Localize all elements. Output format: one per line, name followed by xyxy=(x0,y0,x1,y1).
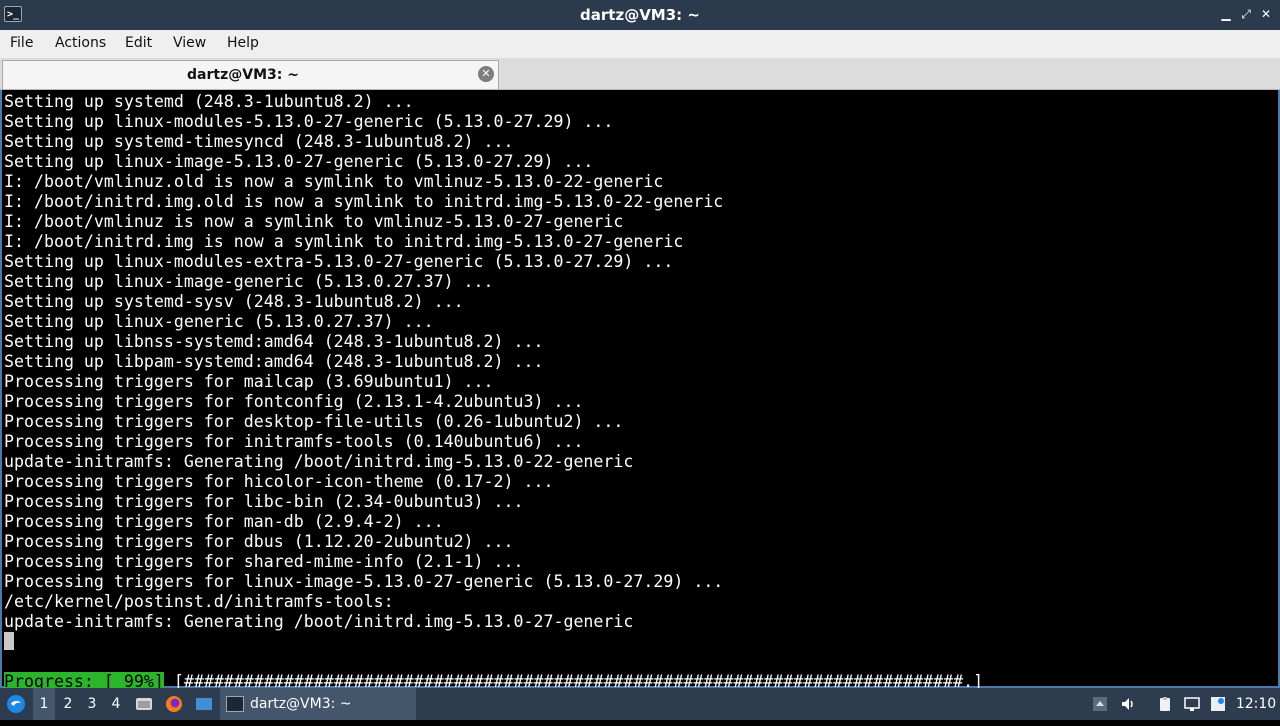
tab-bar: dartz@VM3: ~ ✕ xyxy=(0,58,1280,90)
task-label: dartz@VM3: ~ xyxy=(250,696,352,712)
window-title: dartz@VM3: ~ xyxy=(580,6,700,24)
terminal-line: /etc/kernel/postinst.d/initramfs-tools: xyxy=(4,592,394,611)
workspace-1[interactable]: 1 xyxy=(33,688,55,720)
taskbar-terminal-task[interactable]: dartz@VM3: ~ xyxy=(220,688,416,720)
tab-close-icon[interactable]: ✕ xyxy=(478,66,494,82)
terminal-line: I: /boot/vmlinuz.old is now a symlink to… xyxy=(4,172,664,191)
terminal-output: Setting up systemd (248.3-1ubuntu8.2) ..… xyxy=(4,92,983,692)
terminal-line: update-initramfs: Generating /boot/initr… xyxy=(4,612,634,631)
close-button[interactable]: ✕ xyxy=(1258,6,1274,22)
terminal-line: Processing triggers for libc-bin (2.34-0… xyxy=(4,492,524,511)
update-icon[interactable] xyxy=(1210,696,1226,712)
window-titlebar[interactable]: >_ dartz@VM3: ~ ▁ ⤢ ✕ xyxy=(0,0,1280,30)
workspace-4[interactable]: 4 xyxy=(105,688,127,720)
tray-arrow-icon[interactable] xyxy=(1092,696,1108,712)
network-icon[interactable] xyxy=(1184,696,1200,712)
terminal-line: Setting up linux-image-5.13.0-27-generic… xyxy=(4,152,594,171)
clock[interactable]: 12:10 xyxy=(1234,688,1278,720)
terminal-line: Setting up systemd-sysv (248.3-1ubuntu8.… xyxy=(4,292,464,311)
maximize-button[interactable]: ⤢ xyxy=(1238,6,1254,22)
terminal-line: Processing triggers for dbus (1.12.20-2u… xyxy=(4,532,514,551)
terminal-line: I: /boot/initrd.img is now a symlink to … xyxy=(4,232,684,251)
terminal-line: Setting up linux-image-generic (5.13.0.2… xyxy=(4,272,494,291)
minimize-button[interactable]: ▁ xyxy=(1218,6,1234,22)
terminal-line: Setting up systemd (248.3-1ubuntu8.2) ..… xyxy=(4,92,414,111)
workspace-3[interactable]: 3 xyxy=(81,688,103,720)
terminal-line: Setting up libpam-systemd:amd64 (248.3-1… xyxy=(4,352,544,371)
menu-edit[interactable]: Edit xyxy=(125,30,152,56)
menu-file[interactable]: File xyxy=(10,30,33,56)
start-menu-icon[interactable] xyxy=(4,688,28,720)
terminal-task-icon xyxy=(226,696,244,712)
terminal-line: Processing triggers for fontconfig (2.13… xyxy=(4,392,584,411)
terminal-line: Setting up linux-modules-extra-5.13.0-27… xyxy=(4,252,674,271)
terminal-line: Processing triggers for mailcap (3.69ubu… xyxy=(4,372,494,391)
terminal-line: Processing triggers for shared-mime-info… xyxy=(4,552,524,571)
terminal-line: Processing triggers for linux-image-5.13… xyxy=(4,572,724,591)
terminal-line: I: /boot/initrd.img.old is now a symlink… xyxy=(4,192,724,211)
terminal-line: Setting up linux-generic (5.13.0.27.37) … xyxy=(4,312,434,331)
menu-help[interactable]: Help xyxy=(227,30,259,56)
terminal-line: Setting up libnss-systemd:amd64 (248.3-1… xyxy=(4,332,544,351)
terminal-line: Setting up systemd-timesyncd (248.3-1ubu… xyxy=(4,132,514,151)
terminal-line: Processing triggers for man-db (2.9.4-2)… xyxy=(4,512,444,531)
clipboard-icon[interactable] xyxy=(1157,696,1173,712)
show-desktop-icon[interactable] xyxy=(194,688,214,720)
menu-view[interactable]: View xyxy=(173,30,206,56)
text-cursor xyxy=(4,632,14,650)
tab-terminal[interactable]: dartz@VM3: ~ ✕ xyxy=(2,60,499,89)
terminal-line: Setting up linux-modules-5.13.0-27-gener… xyxy=(4,112,614,131)
workspace-2[interactable]: 2 xyxy=(57,688,79,720)
file-manager-icon[interactable] xyxy=(134,688,154,720)
menu-actions[interactable]: Actions xyxy=(55,30,106,56)
terminal-view[interactable]: Setting up systemd (248.3-1ubuntu8.2) ..… xyxy=(0,90,1280,691)
tab-label: dartz@VM3: ~ xyxy=(187,67,299,83)
terminal-line: Processing triggers for desktop-file-uti… xyxy=(4,412,624,431)
terminal-line: Processing triggers for hicolor-icon-the… xyxy=(4,472,554,491)
menubar: File Actions Edit View Help xyxy=(0,30,1280,58)
terminal-line: I: /boot/vmlinuz is now a symlink to vml… xyxy=(4,212,624,231)
terminal-line: Processing triggers for initramfs-tools … xyxy=(4,432,584,451)
firefox-icon[interactable] xyxy=(164,688,184,720)
volume-icon[interactable] xyxy=(1120,696,1136,712)
taskbar: 1234 dartz@VM3: ~ 12:10 xyxy=(0,688,1280,720)
cursor-line xyxy=(4,632,983,652)
terminal-line: update-initramfs: Generating /boot/initr… xyxy=(4,452,634,471)
